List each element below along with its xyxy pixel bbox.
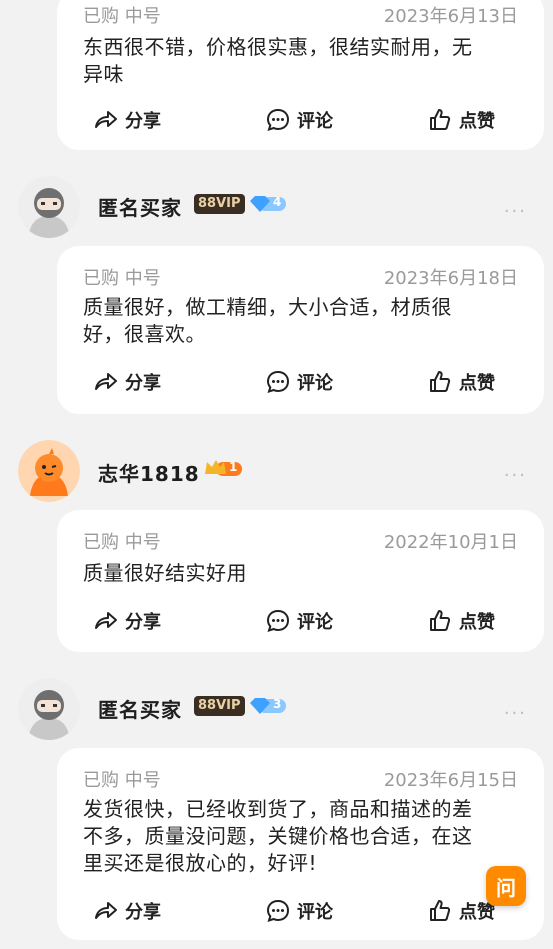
comment-button[interactable]: 评论 <box>265 366 333 398</box>
comment-icon <box>265 369 291 395</box>
crown-icon <box>205 460 242 476</box>
comment-button[interactable]: 评论 <box>265 104 333 136</box>
review-card: 已购 中号 2023年6月13日 东西很不错，价格很实惠，很结实耐用，无 异味 … <box>57 0 544 150</box>
thumbs-up-icon <box>427 107 453 133</box>
purchase-spec: 已购 中号 <box>83 532 161 553</box>
diamond-level-badge: 4 <box>248 194 288 214</box>
thumbs-up-icon <box>427 608 453 634</box>
more-options-icon[interactable]: ... <box>504 460 527 481</box>
review-meta: 已购 中号 2023年6月18日 <box>83 264 518 290</box>
more-options-icon[interactable]: ... <box>504 196 527 217</box>
diamond-icon <box>250 698 286 714</box>
share-icon <box>93 107 119 133</box>
share-button[interactable]: 分享 <box>93 104 161 136</box>
review-actions: 分享 评论 点赞 <box>57 104 544 136</box>
comment-icon <box>265 107 291 133</box>
reviewer-name: 匿名买家 <box>98 698 182 722</box>
review-meta: 已购 中号 2023年6月15日 <box>83 766 518 792</box>
avatar[interactable] <box>18 440 80 502</box>
ask-question-button[interactable]: 问 <box>486 866 526 906</box>
share-icon <box>93 898 119 924</box>
review-text: 东西很不错，价格很实惠，很结实耐用，无 异味 <box>83 35 473 86</box>
more-options-icon[interactable]: ... <box>504 698 527 719</box>
review-text: 发货很快，已经收到货了，商品和描述的差 不多，质量没问题，关键价格也合适，在这 … <box>83 797 473 875</box>
review-date: 2023年6月18日 <box>383 268 518 289</box>
like-button[interactable]: 点赞 <box>427 605 495 637</box>
review-actions: 分享 评论 点赞 <box>57 895 544 927</box>
reviewer-header: 匿名买家 88VIP 4 ... <box>18 176 533 240</box>
reviewer-name: 匿名买家 <box>98 196 182 220</box>
purchase-spec: 已购 中号 <box>83 6 161 27</box>
like-button[interactable]: 点赞 <box>427 366 495 398</box>
like-button[interactable]: 点赞 <box>427 104 495 136</box>
like-button[interactable]: 点赞 <box>427 895 495 927</box>
review-card: 已购 中号 2023年6月18日 质量很好，做工精细，大小合适，材质很 好，很喜… <box>57 246 544 414</box>
review-text: 质量很好，做工精细，大小合适，材质很 好，很喜欢。 <box>83 295 452 346</box>
purchase-spec: 已购 中号 <box>83 770 161 791</box>
diamond-level-badge: 3 <box>248 696 288 716</box>
diamond-icon <box>250 196 286 212</box>
review-text: 质量很好结实好用 <box>83 561 247 585</box>
vip-badge: 88VIP <box>194 696 245 716</box>
avatar[interactable] <box>18 678 80 740</box>
share-icon <box>93 608 119 634</box>
crown-level-badge: 1 <box>204 456 244 480</box>
reviewer-name: 志华1818 <box>98 462 200 486</box>
vip-badge: 88VIP <box>194 194 245 214</box>
thumbs-up-icon <box>427 369 453 395</box>
reviewer-header: 志华1818 1 ... <box>18 440 533 504</box>
review-date: 2022年10月1日 <box>383 532 518 553</box>
review-meta: 已购 中号 2023年6月13日 <box>83 2 518 28</box>
review-date: 2023年6月15日 <box>383 770 518 791</box>
share-button[interactable]: 分享 <box>93 366 161 398</box>
anonymous-avatar-icon <box>18 678 80 740</box>
thumbs-up-icon <box>427 898 453 924</box>
comment-icon <box>265 608 291 634</box>
review-card: 已购 中号 2023年6月15日 发货很快，已经收到货了，商品和描述的差 不多，… <box>57 748 544 940</box>
purchase-spec: 已购 中号 <box>83 268 161 289</box>
share-button[interactable]: 分享 <box>93 895 161 927</box>
share-icon <box>93 369 119 395</box>
review-meta: 已购 中号 2022年10月1日 <box>83 528 518 554</box>
reviewer-header: 匿名买家 88VIP 3 ... <box>18 678 533 742</box>
anonymous-avatar-icon <box>18 176 80 238</box>
comment-icon <box>265 898 291 924</box>
review-card: 已购 中号 2022年10月1日 质量很好结实好用 分享 评论 点赞 <box>57 510 544 652</box>
review-actions: 分享 评论 点赞 <box>57 605 544 637</box>
comment-button[interactable]: 评论 <box>265 895 333 927</box>
review-date: 2023年6月13日 <box>383 6 518 27</box>
orange-mascot-avatar-icon <box>18 440 80 502</box>
share-button[interactable]: 分享 <box>93 605 161 637</box>
avatar[interactable] <box>18 176 80 238</box>
comment-button[interactable]: 评论 <box>265 605 333 637</box>
review-actions: 分享 评论 点赞 <box>57 366 544 398</box>
